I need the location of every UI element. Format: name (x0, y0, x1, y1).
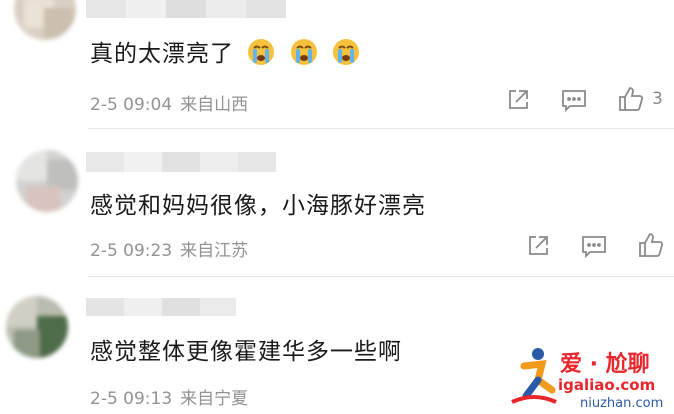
comment-date: 2-5 09:23 (90, 241, 173, 261)
avatar[interactable] (14, 0, 76, 40)
comment-meta: 2-5 09:23 来自江苏 (90, 236, 248, 261)
comment-date: 2-5 09:04 (90, 95, 173, 115)
divider (88, 128, 674, 129)
share-icon (509, 90, 528, 109)
username-mosaic[interactable] (86, 298, 236, 316)
comment-list: 真的太漂亮了 2-5 09:04 来自山西 3 感觉和妈妈很像，小海豚好漂亮 2… (0, 0, 674, 414)
divider (88, 276, 674, 277)
avatar[interactable] (6, 296, 68, 358)
comment-meta: 2-5 09:04 来自山西 (90, 90, 248, 115)
thumbs-up-icon (639, 233, 664, 257)
comment-meta: 2-5 09:13 来自宁夏 (90, 384, 248, 409)
comment-location: 来自江苏 (180, 241, 249, 261)
comment-icon (582, 236, 606, 258)
avatar[interactable] (16, 150, 78, 212)
comment-text: 真的太漂亮了 (90, 34, 361, 68)
share-icon (529, 236, 548, 255)
comment-button[interactable] (581, 234, 607, 258)
site-watermark: 爱 · 尬聊 igaliao.com niuzhan.com (500, 340, 674, 414)
comment-button[interactable] (561, 88, 587, 112)
crying-emoji-icon (332, 39, 359, 65)
comment-icon (562, 90, 586, 112)
like-button[interactable] (638, 232, 664, 258)
runner-logo-icon (511, 348, 557, 404)
like-count: 3 (652, 89, 663, 109)
comment-text: 感觉和妈妈很像，小海豚好漂亮 (90, 193, 426, 219)
watermark-brand: 爱 · 尬聊 (560, 352, 650, 377)
crying-emoji-icon (290, 39, 317, 65)
share-button[interactable] (506, 88, 530, 112)
comment-location: 来自山西 (180, 95, 249, 115)
thumbs-up-icon (619, 87, 644, 111)
watermark-url: igaliao.com (558, 376, 656, 394)
crying-emoji-icon (248, 39, 275, 65)
watermark-url-secondary: niuzhan.com (580, 396, 664, 411)
username-mosaic[interactable] (86, 0, 286, 18)
like-button[interactable]: 3 (618, 86, 663, 112)
comment-date: 2-5 09:13 (90, 389, 173, 409)
comment-location: 来自宁夏 (180, 389, 249, 409)
username-mosaic[interactable] (86, 152, 276, 172)
comment-text: 感觉整体更像霍建华多一些啊 (90, 339, 402, 365)
share-button[interactable] (526, 234, 550, 258)
